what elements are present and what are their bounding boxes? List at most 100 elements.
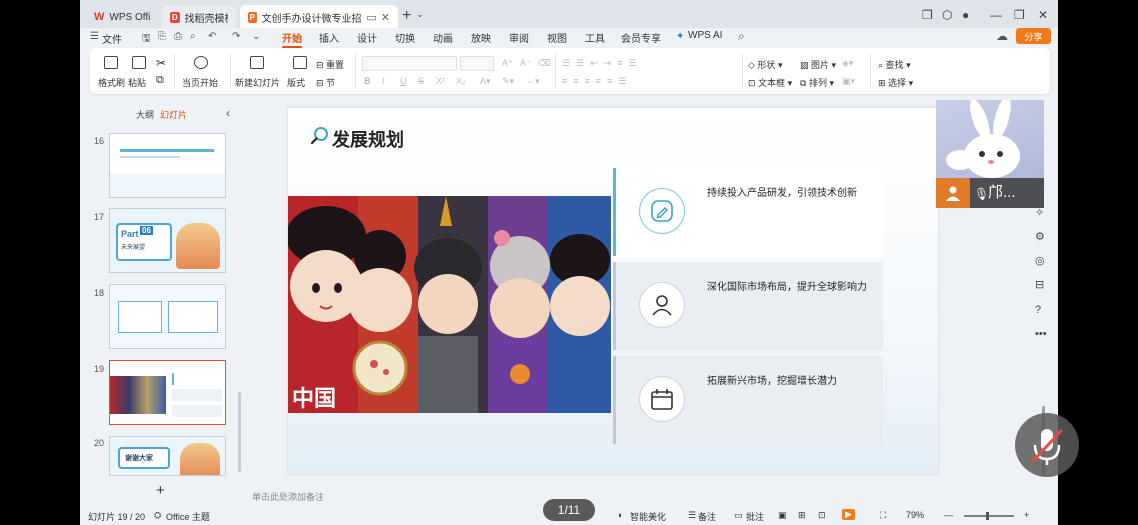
play-slideshow-icon[interactable]: ▶ xyxy=(842,509,855,520)
normal-view-icon[interactable]: ▣ xyxy=(778,510,787,521)
char-spacing-icon[interactable]: ⇔▾ xyxy=(526,76,540,87)
paste-button[interactable]: 粘贴 xyxy=(128,76,146,89)
tab-outline[interactable]: 大纲 xyxy=(136,108,154,121)
font-grow-icon[interactable]: A⁺ xyxy=(502,58,513,69)
notes-placeholder[interactable]: 单击此处添加备注 xyxy=(252,490,324,503)
search-icon[interactable]: ⌕ xyxy=(738,29,745,44)
menu-slideshow[interactable]: 放映 xyxy=(471,30,491,45)
textbox-button[interactable]: ⊡ 文本框 ▾ xyxy=(748,76,792,89)
outline-icon[interactable]: ▣▾ xyxy=(842,76,855,87)
slide-thumbnail-17[interactable]: Part 06 未来展望 xyxy=(109,208,226,273)
cube-icon[interactable]: ⬡ xyxy=(942,8,952,22)
plan-card-3[interactable]: 拓展新兴市场，挖掘增长潜力 xyxy=(613,356,883,444)
save-icon[interactable]: 🖫 xyxy=(142,31,151,48)
superscript-icon[interactable]: X² xyxy=(436,76,445,86)
menu-file[interactable]: 文件 xyxy=(102,31,122,46)
zoom-level[interactable]: 79% xyxy=(906,510,924,520)
restore-icon[interactable]: ❐ xyxy=(1014,8,1025,22)
slide-thumbnail-16[interactable] xyxy=(109,133,226,198)
tab-presentation[interactable]: P 文创手办设计微专业招生宣讲 ▭ ✕ xyxy=(240,5,398,30)
clear-format-icon[interactable]: ⌫ xyxy=(538,58,551,69)
tab-docer[interactable]: D 找稻壳模板 xyxy=(162,5,236,30)
help-icon[interactable]: ? xyxy=(1035,304,1041,316)
picture-button[interactable]: ▨ 图片 ▾ xyxy=(800,58,836,71)
card-text[interactable]: 拓展新兴市场，挖掘增长潜力 xyxy=(707,372,837,387)
add-slide-icon[interactable]: + xyxy=(156,482,165,499)
slide-thumbnail-20[interactable]: 谢谢大家 xyxy=(109,436,226,476)
zoom-in-icon[interactable]: + xyxy=(1024,510,1029,520)
align-icons[interactable]: ≡≡≡≡≡☰ xyxy=(562,76,632,87)
screen-icon[interactable]: ▭ xyxy=(366,11,376,24)
menu-animation[interactable]: 动画 xyxy=(433,30,453,45)
paste-icon[interactable] xyxy=(132,56,146,69)
menu-view[interactable]: 视图 xyxy=(547,30,567,45)
menu-home[interactable]: 开始 xyxy=(282,30,302,48)
shape-button[interactable]: ◇ 形状 ▾ xyxy=(748,58,782,71)
bold-icon[interactable]: B xyxy=(364,76,371,86)
slide-thumbnail-19[interactable] xyxy=(109,360,226,425)
slide-title[interactable]: 发展规划 xyxy=(332,126,404,152)
chevron-down-icon[interactable]: ⌄ xyxy=(416,9,424,20)
select-button[interactable]: ⊞ 选择 ▾ xyxy=(878,76,913,89)
font-shrink-icon[interactable]: A⁻ xyxy=(520,58,531,69)
zoom-slider[interactable] xyxy=(964,515,1014,517)
redo-icon[interactable]: ↷ xyxy=(232,31,240,42)
tile-window-icon[interactable]: ❐ xyxy=(922,8,933,22)
underline-icon[interactable]: U xyxy=(400,76,407,86)
font-color-icon[interactable]: A▾ xyxy=(480,76,491,87)
highlight-icon[interactable]: ✎▾ xyxy=(502,76,514,87)
print-preview-icon[interactable]: ⌕ xyxy=(190,31,196,42)
minimize-icon[interactable]: — xyxy=(990,8,1002,22)
style-icon[interactable]: ⚙ xyxy=(1035,230,1045,243)
copy-icon[interactable]: ⧉ xyxy=(156,74,164,87)
tab-slides[interactable]: 幻灯片 xyxy=(160,108,187,121)
menu-member[interactable]: 会员专享 xyxy=(621,30,661,45)
menu-transition[interactable]: 切换 xyxy=(395,30,415,45)
section-button[interactable]: ⊟ 节 xyxy=(316,76,335,89)
chevron-down-icon[interactable]: ⌄ xyxy=(252,31,260,42)
bookmark-icon[interactable]: ⊟ xyxy=(1035,278,1044,291)
mute-button[interactable] xyxy=(1015,413,1079,477)
undo-icon[interactable]: ↶ xyxy=(208,31,216,42)
reading-view-icon[interactable]: ⊡ xyxy=(818,510,826,521)
italic-icon[interactable]: I xyxy=(382,76,385,86)
new-slide-button[interactable]: 新建幻灯片 xyxy=(235,76,280,89)
format-painter-button[interactable]: 格式刷 xyxy=(98,76,125,89)
menu-review[interactable]: 审阅 xyxy=(509,30,529,45)
shape-effect-icon[interactable]: ◎ xyxy=(1035,254,1045,267)
window-close-icon[interactable]: ✕ xyxy=(1038,8,1048,22)
collapse-panel-icon[interactable]: ‹ xyxy=(226,106,230,120)
more-icon[interactable]: ••• xyxy=(1035,328,1047,340)
figurines-photo[interactable]: 中国 xyxy=(288,196,611,413)
new-slide-icon[interactable] xyxy=(250,56,264,69)
fit-window-icon[interactable]: ⛶ xyxy=(880,510,886,521)
play-icon[interactable] xyxy=(194,56,208,69)
reset-button[interactable]: ⊟ 重置 xyxy=(316,58,344,71)
menu-design[interactable]: 设计 xyxy=(357,30,377,45)
card-text[interactable]: 持续投入产品研发，引领技术创新 xyxy=(707,184,857,199)
participant-video-tile[interactable]: 🎙 邝... xyxy=(936,100,1044,208)
font-size-select[interactable] xyxy=(460,56,494,71)
subscript-icon[interactable]: X₂ xyxy=(456,76,466,86)
tab-wps-office[interactable]: W WPS Office xyxy=(86,5,158,30)
list-icons[interactable]: ☰☰⇤⇥≡☰ xyxy=(562,58,643,69)
plan-card-2[interactable]: 深化国际市场布局，提升全球影响力 xyxy=(613,262,883,350)
theme-name[interactable]: Office 主题 xyxy=(166,510,210,523)
smart-beautify-button[interactable]: 智能美化 xyxy=(630,510,666,523)
avatar[interactable]: ● xyxy=(962,8,969,22)
cut-icon[interactable]: ✂ xyxy=(156,56,166,70)
slide-thumbnail-18[interactable] xyxy=(109,284,226,349)
share-button[interactable]: 分享 xyxy=(1016,28,1051,44)
hamburger-icon[interactable]: ☰ xyxy=(90,31,99,42)
close-icon[interactable]: ✕ xyxy=(381,11,390,24)
format-painter-icon[interactable] xyxy=(104,56,118,69)
strikethrough-icon[interactable]: S xyxy=(418,76,424,86)
panel-scrollbar[interactable] xyxy=(238,392,241,472)
export-icon[interactable]: ⎘ xyxy=(158,31,166,42)
slide-19[interactable]: 发展规划 中国 持续投入产品研发，引领技术创新 深化国际市场布局，提升全球影响力… xyxy=(288,108,938,474)
font-family-select[interactable] xyxy=(362,56,457,71)
from-current-button[interactable]: 当页开始 xyxy=(182,76,218,89)
arrange-button[interactable]: ⧉ 排列 ▾ xyxy=(800,76,834,89)
print-icon[interactable]: ⎙ xyxy=(174,31,182,42)
notes-button[interactable]: 备注 xyxy=(698,510,716,523)
